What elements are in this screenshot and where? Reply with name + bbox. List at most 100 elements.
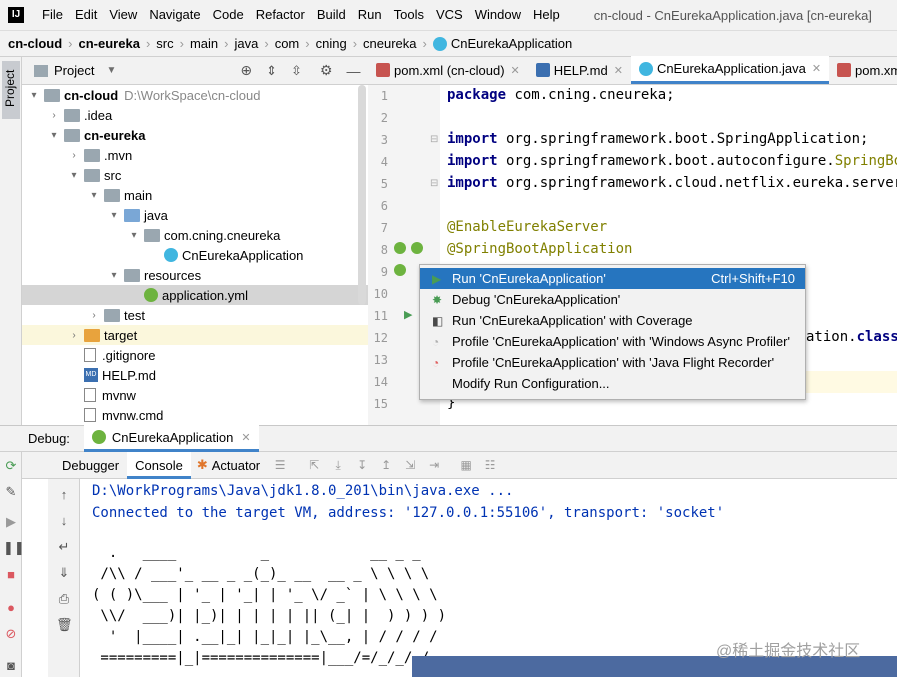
- run-to-cursor-icon[interactable]: ⇲: [402, 458, 418, 472]
- soft-wrap-icon[interactable]: ↵: [56, 539, 72, 555]
- settings-list-icon[interactable]: ☷: [482, 458, 498, 472]
- view-breakpoints-icon[interactable]: ●: [3, 600, 19, 616]
- chevron-right-icon[interactable]: ›: [68, 330, 80, 341]
- breadcrumb-item[interactable]: com: [275, 36, 300, 51]
- collapse-all-icon[interactable]: ⇳: [291, 63, 302, 79]
- menu-window[interactable]: Window: [469, 0, 527, 30]
- chevron-right-icon[interactable]: ›: [68, 150, 80, 161]
- fold-icon[interactable]: ⊟: [430, 134, 438, 145]
- debug-config-tab[interactable]: CnEurekaApplication ✕: [83, 425, 259, 452]
- tree-item[interactable]: .gitignore: [22, 345, 368, 365]
- breadcrumb-item[interactable]: cneureka: [363, 36, 416, 51]
- minimize-icon[interactable]: —: [346, 63, 360, 79]
- chevron-down-icon[interactable]: ▾: [88, 190, 100, 201]
- menu-view[interactable]: View: [103, 0, 143, 30]
- tree-item[interactable]: mvnw: [22, 385, 368, 405]
- drop-frame-icon[interactable]: ⇥: [426, 458, 442, 472]
- chevron-down-icon[interactable]: ▾: [108, 210, 120, 221]
- tree-item[interactable]: mvnw.cmd: [22, 405, 368, 425]
- arrow-up-icon[interactable]: ↑: [56, 487, 72, 503]
- breadcrumb-item[interactable]: cning: [316, 36, 347, 51]
- chevron-down-icon[interactable]: ▾: [28, 90, 40, 101]
- close-icon[interactable]: ✕: [812, 62, 821, 75]
- close-icon[interactable]: ✕: [614, 64, 623, 77]
- step-into-icon[interactable]: ↧: [354, 458, 370, 472]
- run-gutter-icon[interactable]: ▶: [404, 308, 412, 321]
- breadcrumb-item[interactable]: java: [235, 36, 259, 51]
- chevron-down-icon[interactable]: ▾: [128, 230, 140, 241]
- tree-item[interactable]: MD HELP.md: [22, 365, 368, 385]
- menu-code[interactable]: Code: [207, 0, 250, 30]
- tree-item[interactable]: ▾ java: [22, 205, 368, 225]
- editor-tab[interactable]: pom.xml: [829, 56, 897, 84]
- chevron-down-icon[interactable]: ▾: [68, 170, 80, 181]
- popup-item[interactable]: ◔ Profile 'CnEurekaApplication' with 'Win…: [420, 331, 805, 352]
- popup-item[interactable]: ◧ Run 'CnEurekaApplication' with Coverage: [420, 310, 805, 331]
- popup-item[interactable]: ▶ Run 'CnEurekaApplication' Ctrl+Shift+F10: [420, 268, 805, 289]
- gear-icon[interactable]: ⚙: [320, 62, 333, 79]
- scroll-to-end-icon[interactable]: ⇓: [56, 565, 72, 581]
- chevron-down-icon[interactable]: ▾: [48, 130, 60, 141]
- step-over-icon[interactable]: ⤓: [330, 458, 346, 472]
- print-icon[interactable]: ⎙: [56, 591, 72, 607]
- tree-item[interactable]: › .mvn: [22, 145, 368, 165]
- project-scrollbar[interactable]: [358, 85, 366, 305]
- rerun-icon[interactable]: ⟳: [3, 458, 19, 474]
- pause-icon[interactable]: ❚❚: [3, 540, 25, 556]
- resume-icon[interactable]: ▶: [3, 514, 19, 530]
- breadcrumb-item[interactable]: cn-cloud: [8, 36, 62, 51]
- menu-build[interactable]: Build: [311, 0, 352, 30]
- stop-icon[interactable]: ■: [3, 567, 19, 583]
- wrench-icon[interactable]: ✎: [3, 484, 19, 500]
- breadcrumb-item[interactable]: cn-eureka: [79, 36, 140, 51]
- show-execution-point-icon[interactable]: ⇱: [306, 458, 322, 472]
- project-panel-title[interactable]: Project: [54, 63, 94, 78]
- popup-item[interactable]: ✸ Debug 'CnEurekaApplication': [420, 289, 805, 310]
- tree-item[interactable]: › test: [22, 305, 368, 325]
- breadcrumb-item[interactable]: main: [190, 36, 218, 51]
- editor-tab[interactable]: CnEurekaApplication.java ✕: [630, 56, 830, 84]
- menu-file[interactable]: File: [36, 0, 69, 30]
- popup-item[interactable]: Modify Run Configuration...: [420, 373, 805, 394]
- chevron-down-icon[interactable]: ▼: [106, 65, 116, 76]
- menu-run[interactable]: Run: [352, 0, 388, 30]
- arrow-down-icon[interactable]: ↓: [56, 513, 72, 529]
- tree-item[interactable]: ▾ cn-cloud D:\WorkSpace\cn-cloud: [22, 85, 368, 105]
- close-icon[interactable]: ✕: [511, 64, 520, 77]
- menu-help[interactable]: Help: [527, 0, 566, 30]
- trash-icon[interactable]: 🗑: [56, 617, 73, 633]
- breadcrumb-item[interactable]: src: [156, 36, 173, 51]
- tree-item[interactable]: ▾ cn-eureka: [22, 125, 368, 145]
- tab-debugger[interactable]: Debugger: [54, 452, 127, 479]
- tab-console[interactable]: Console: [127, 451, 191, 479]
- chevron-right-icon[interactable]: ›: [48, 110, 60, 121]
- tree-item[interactable]: ▾ main: [22, 185, 368, 205]
- tree-item[interactable]: CnEurekaApplication: [22, 245, 368, 265]
- tree-item[interactable]: › .idea: [22, 105, 368, 125]
- menu-vcs[interactable]: VCS: [430, 0, 469, 30]
- menu-refactor[interactable]: Refactor: [250, 0, 311, 30]
- editor-tab[interactable]: HELP.md ✕: [528, 56, 631, 84]
- locate-icon[interactable]: ⊕: [240, 62, 252, 79]
- camera-icon[interactable]: ◙: [3, 658, 19, 674]
- menu-navigate[interactable]: Navigate: [143, 0, 206, 30]
- tree-item[interactable]: ▾ resources: [22, 265, 368, 285]
- evaluate-icon[interactable]: ▦: [458, 458, 474, 472]
- run-gutter-icon[interactable]: [394, 264, 406, 276]
- tree-item[interactable]: ▾ src: [22, 165, 368, 185]
- tree-item[interactable]: application.yml: [22, 285, 368, 305]
- chevron-right-icon[interactable]: ›: [88, 310, 100, 321]
- breadcrumb-item[interactable]: CnEurekaApplication: [451, 36, 572, 51]
- close-icon[interactable]: ✕: [241, 431, 250, 444]
- tree-item[interactable]: › target: [22, 325, 368, 345]
- menu-icon[interactable]: ☰: [272, 458, 288, 472]
- editor-tab[interactable]: pom.xml (cn-cloud) ✕: [368, 56, 528, 84]
- popup-item[interactable]: ◔ Profile 'CnEurekaApplication' with 'Jav…: [420, 352, 805, 373]
- mute-breakpoints-icon[interactable]: ⊘: [3, 626, 19, 642]
- menu-edit[interactable]: Edit: [69, 0, 103, 30]
- menu-tools[interactable]: Tools: [388, 0, 430, 30]
- fold-icon[interactable]: ⊟: [430, 178, 438, 189]
- chevron-down-icon[interactable]: ▾: [108, 270, 120, 281]
- expand-all-icon[interactable]: ⇕: [266, 63, 277, 79]
- tree-item[interactable]: ▾ com.cning.cneureka: [22, 225, 368, 245]
